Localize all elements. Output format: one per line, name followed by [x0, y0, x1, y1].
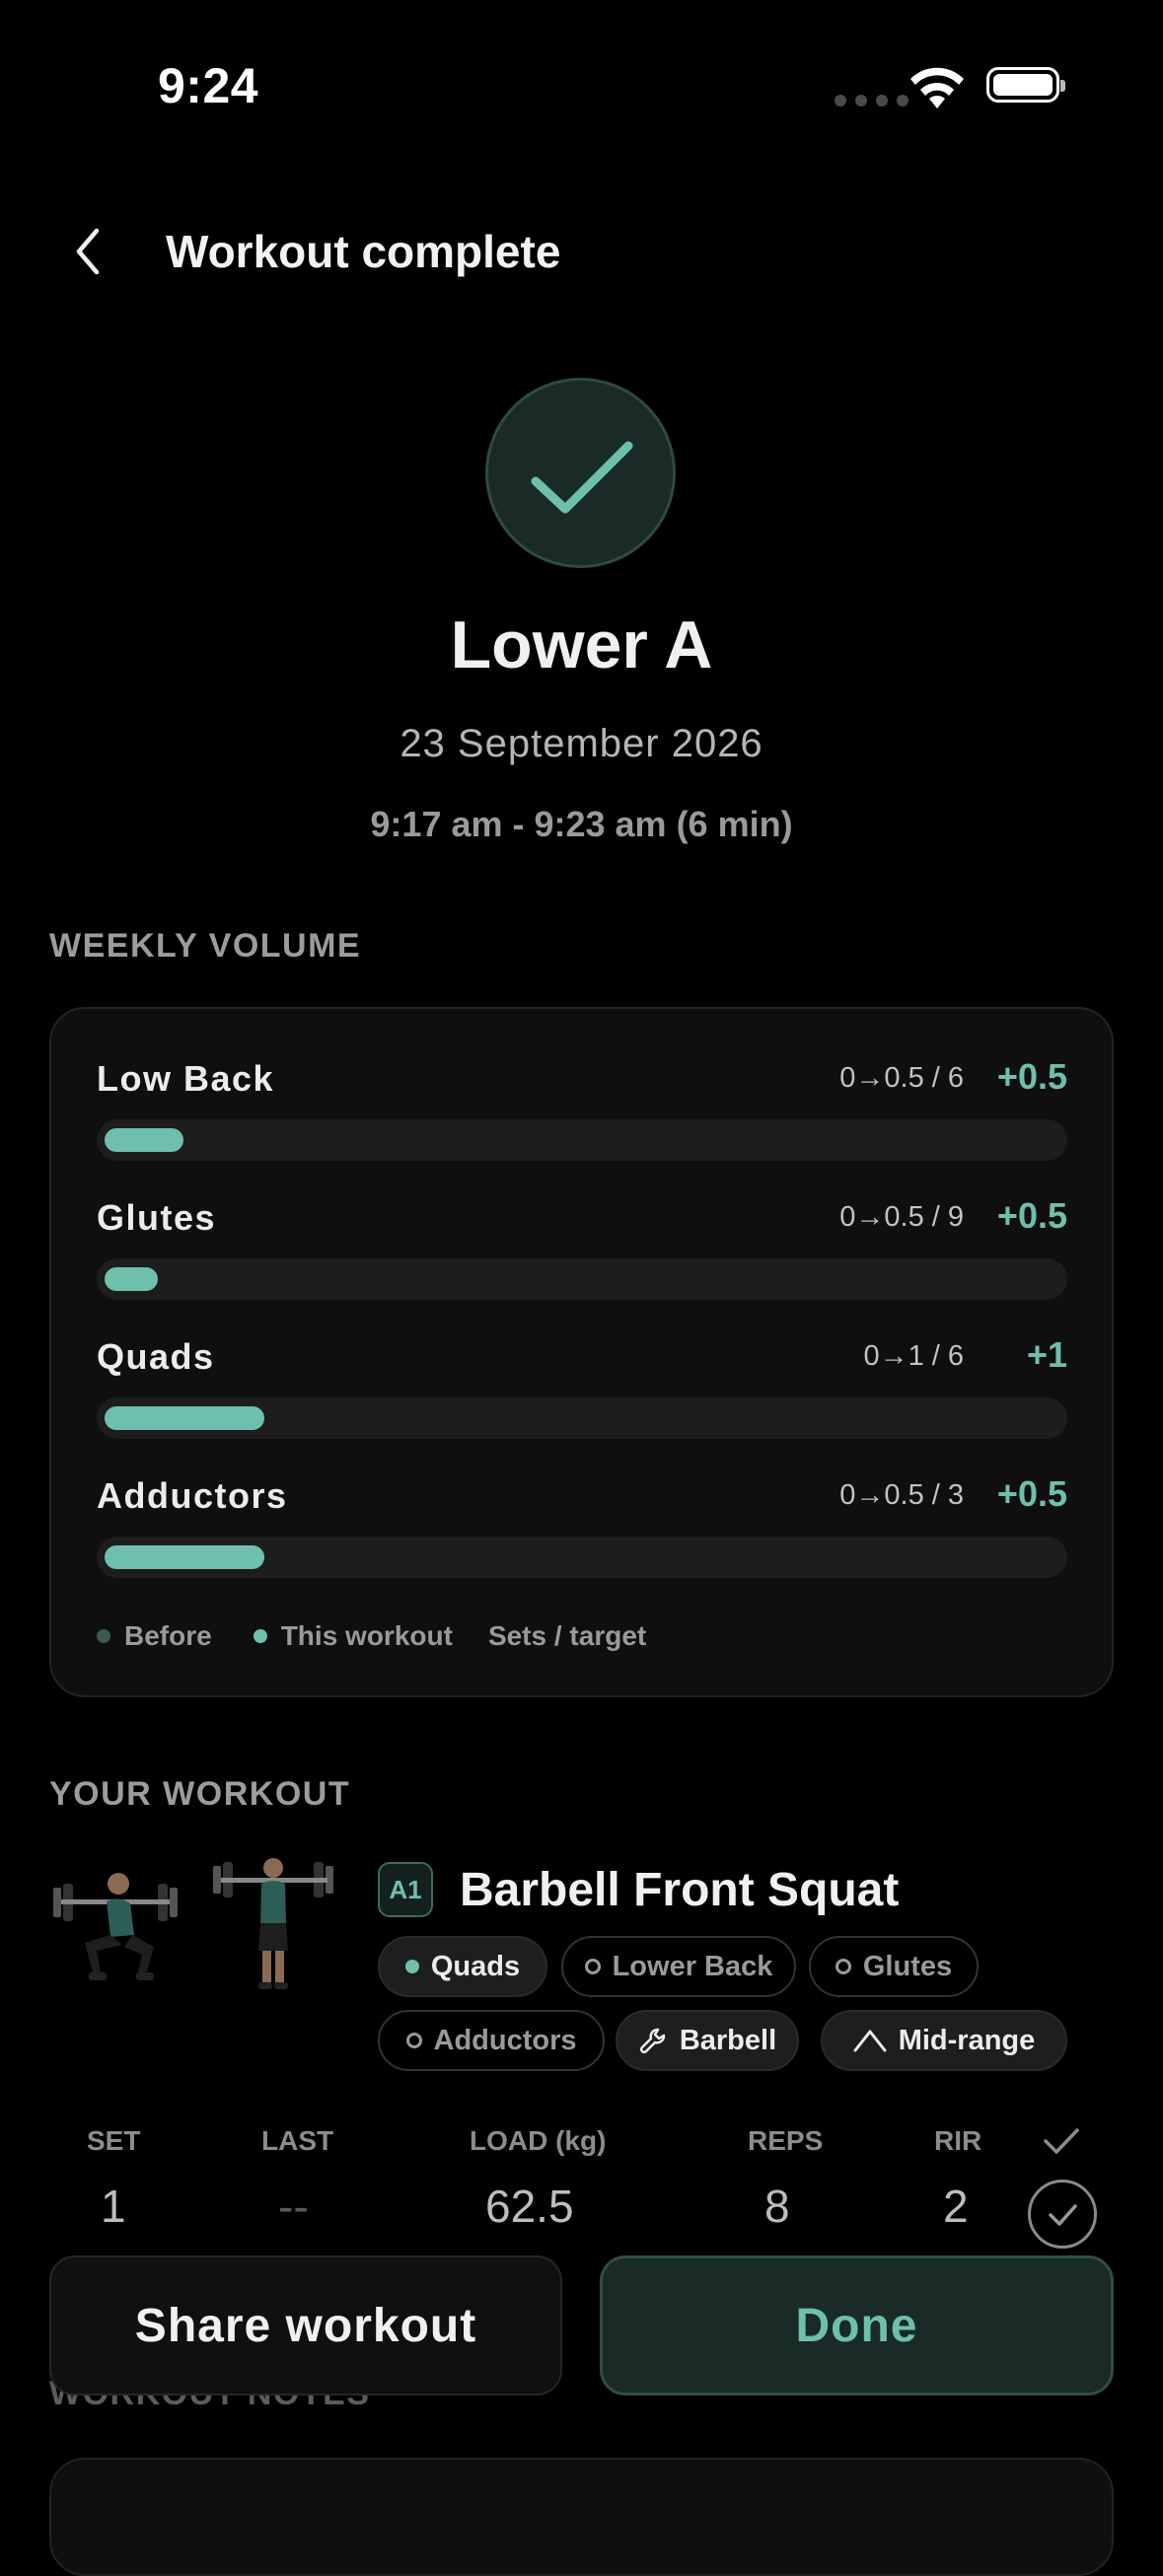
set-number: 1	[101, 2181, 126, 2232]
weekly-volume-card: Low Back 0→0.5 / 6 +0.5 Glutes 0→0.5 / 9…	[49, 1007, 1114, 1697]
volume-fill	[105, 1545, 264, 1569]
secondary-muscle-ring	[835, 1959, 851, 1974]
tag-quads: Quads	[378, 1936, 547, 1997]
exercise-order-badge: A1	[378, 1862, 433, 1917]
primary-muscle-dot	[404, 1960, 419, 1973]
tag-label: Mid-range	[898, 2024, 1036, 2056]
volume-delta: +0.5	[996, 1056, 1067, 1097]
done-button[interactable]: Done	[600, 2255, 1114, 2396]
tag-barbell: Barbell	[616, 2010, 799, 2071]
volume-muscle-name: Quads	[97, 1336, 215, 1377]
secondary-muscle-ring	[405, 2033, 422, 2048]
wifi-icon	[910, 67, 964, 108]
col-header-last: LAST	[261, 2125, 334, 2156]
tag-adductors: Adductors	[378, 2010, 605, 2071]
workout-date: 23 September 2026	[400, 722, 763, 765]
legend-sets-target: Sets / target	[487, 1620, 647, 1651]
exercise-image-squat-top	[213, 1858, 333, 1989]
exercise-image-squat-bottom	[53, 1873, 178, 1980]
wrench-icon	[639, 2028, 666, 2054]
volume-delta: +1	[1026, 1334, 1067, 1375]
workout-time-range: 9:17 am - 9:23 am (6 min)	[370, 804, 793, 844]
completion-badge	[485, 378, 676, 568]
secondary-muscle-ring	[584, 1959, 601, 1974]
col-header-set: SET	[87, 2125, 141, 2156]
set-load[interactable]: 62.5	[485, 2180, 574, 2233]
workout-notes-card[interactable]	[49, 2458, 1114, 2576]
volume-ratio: 0→1 / 6	[863, 1340, 964, 1372]
volume-track	[97, 1537, 1067, 1578]
cellular-signal-icon	[835, 95, 909, 107]
col-header-load: LOAD (kg)	[470, 2125, 607, 2156]
checkmark-icon	[1049, 2204, 1077, 2226]
curve-icon	[853, 2030, 887, 2052]
volume-ratio: 0→0.5 / 6	[839, 1062, 964, 1094]
tag-glutes: Glutes	[809, 1936, 979, 1997]
weekly-volume-label: WEEKLY VOLUME	[49, 927, 362, 965]
exercise-name[interactable]: Barbell Front Squat	[460, 1863, 899, 1917]
page-title: Workout complete	[166, 226, 561, 277]
set-last: --	[278, 2181, 309, 2232]
legend-this-workout-dot	[253, 1629, 267, 1643]
tag-mid-range: Mid-range	[821, 2010, 1067, 2071]
tag-label: Barbell	[679, 2024, 777, 2056]
legend-before: Before	[124, 1620, 212, 1651]
volume-track	[97, 1397, 1067, 1439]
your-workout-label: YOUR WORKOUT	[49, 1775, 351, 1813]
legend-this-workout: This workout	[280, 1620, 453, 1651]
col-header-reps: REPS	[748, 2125, 824, 2156]
volume-delta: +0.5	[996, 1195, 1067, 1236]
volume-ratio: 0→0.5 / 3	[839, 1479, 964, 1511]
tag-label: Lower Back	[612, 1950, 773, 1982]
status-time: 9:24	[158, 58, 259, 113]
legend-before-dot	[97, 1629, 110, 1643]
set-complete-toggle[interactable]	[1028, 2180, 1097, 2249]
volume-fill	[105, 1128, 183, 1152]
volume-muscle-name: Glutes	[97, 1197, 217, 1238]
volume-muscle-name: Adductors	[97, 1475, 288, 1516]
volume-ratio: 0→0.5 / 9	[839, 1201, 964, 1233]
volume-fill	[105, 1267, 158, 1291]
col-header-rir: RIR	[934, 2125, 982, 2156]
checkmark-icon	[531, 441, 633, 514]
volume-track	[97, 1258, 1067, 1300]
tag-lower-back: Lower Back	[561, 1936, 796, 1997]
tag-label: Glutes	[862, 1950, 953, 1982]
battery-icon	[986, 67, 1065, 103]
volume-fill	[105, 1406, 264, 1430]
volume-track	[97, 1119, 1067, 1161]
volume-legend: Before This workout Sets / target	[97, 1620, 646, 1652]
back-chevron-icon[interactable]	[71, 225, 107, 278]
volume-delta: +0.5	[996, 1473, 1067, 1514]
volume-muscle-name: Low Back	[97, 1058, 275, 1099]
set-reps[interactable]: 8	[764, 2180, 790, 2233]
tag-label: Quads	[430, 1950, 521, 1982]
check-column-icon	[1044, 2128, 1079, 2154]
workout-name: Lower A	[450, 608, 713, 682]
tag-label: Adductors	[433, 2024, 577, 2056]
set-rir[interactable]: 2	[943, 2180, 969, 2233]
share-workout-button[interactable]: Share workout	[49, 2255, 562, 2396]
